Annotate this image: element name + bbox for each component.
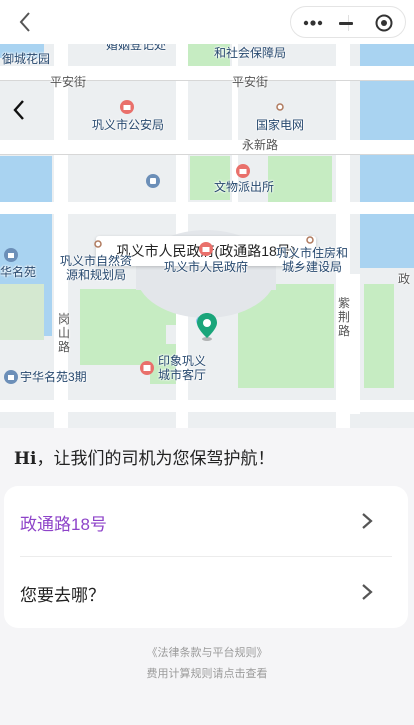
poi-natural-resources-line1: 巩义市自然资 [60,254,133,268]
road-gangshan-2: 山 [58,326,71,340]
road-zheng: 政 [398,272,411,286]
poi-police-station: 文物派出所 [214,180,275,194]
minimize-icon[interactable] [339,22,353,25]
close-circle-icon[interactable] [375,14,393,32]
destination-input: 您要去哪？ [20,586,105,605]
poi-yuhua: 宇华名苑3期 [20,370,87,384]
police-icon [120,100,134,114]
poi-state-grid: 国家电网 [256,118,305,132]
poi-housing-bureau: 巩义市住房和 城乡建设局 [276,246,348,274]
greeting-hi: Hi [14,449,37,469]
residence-icon-2 [4,370,18,384]
nature-poi-dot-icon [94,240,102,248]
residence-icon [4,248,18,262]
hotel-icon [140,361,154,375]
poi-huaming: 华名苑 [0,265,37,279]
location-pin-icon [197,313,217,341]
grid-poi-dot-icon [276,103,284,111]
road-gangshan-1: 岗 [58,312,71,326]
chevron-right-icon [362,513,373,529]
poi-natural-resources-line2: 源和规划局 [66,268,127,282]
origin-row[interactable]: 政通路18号 [4,486,408,556]
map-view[interactable]: 婚姻登记处 和社会保障局 御城花园 平安街 平安街 巩义市公安局 国家电网 永新… [0,44,414,428]
police-station-icon [236,164,250,178]
poi-natural-resources: 巩义市自然资 源和规划局 [60,254,132,282]
poi-police-bureau: 巩义市公安局 [92,118,165,132]
road-yongxin: 永新路 [242,138,279,152]
greeting-text: Hi，让我们的司机为您保驾护航！ [14,444,275,469]
rules-link[interactable]: 《法律条款与平台规则》 [0,644,414,660]
road-zijing-2: 荆 [338,310,351,324]
poi-hotel-line2: 城市客厅 [158,368,207,382]
poi-garden: 御城花园 [2,52,51,66]
poi-hotel-line1: 印象巩义 [158,354,207,368]
bus-icon [146,174,160,188]
top-bar [0,0,414,44]
road-zijing-1: 紫 [338,296,351,310]
road-pingan-right: 平安街 [232,75,269,89]
road-zijing-3: 路 [338,324,351,338]
more-dots-icon[interactable] [303,20,323,26]
destination-row[interactable]: 您要去哪？ [4,557,408,627]
road-pingan-left: 平安街 [50,75,87,89]
fare-rules-link[interactable]: 费用计算规则请点击查看 [0,665,414,681]
poi-government: 巩义市人民政府 [164,260,249,274]
poi-housing-line2: 城乡建设局 [282,260,343,274]
mini-program-capsule [290,6,406,38]
map-back-arrow-icon[interactable] [8,98,32,122]
poi-housing-line1: 巩义市住房和 [276,246,349,260]
poi-social-security: 和社会保障局 [214,46,287,60]
back-arrow-icon[interactable] [14,10,38,34]
government-icon [199,242,213,256]
trip-card: 政通路18号 您要去哪？ [4,486,408,628]
origin-address: 政通路18号 [20,515,107,534]
greeting-message: ，让我们的司机为您保驾护航！ [36,449,275,468]
chevron-right-icon [362,584,373,600]
poi-marriage-office: 婚姻登记处 [106,44,167,52]
housing-poi-dot-icon [306,236,314,244]
road-gangshan-3: 路 [58,340,71,354]
